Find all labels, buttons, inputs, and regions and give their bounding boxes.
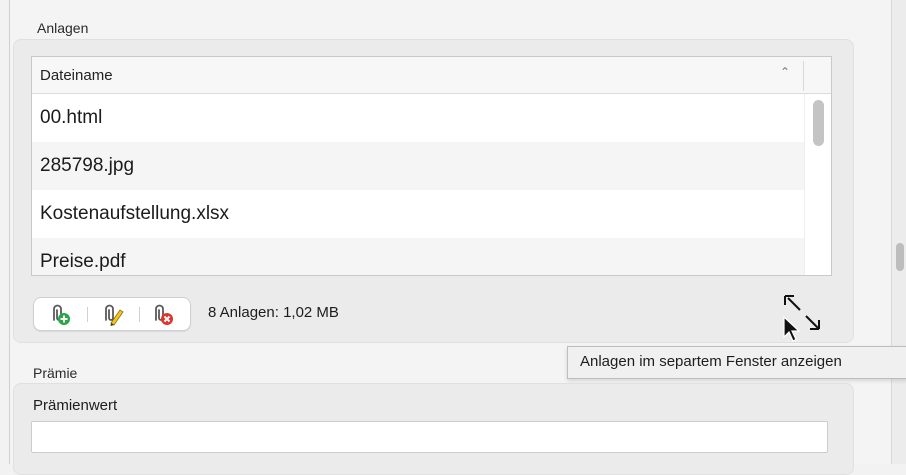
paperclip-edit-icon <box>105 304 124 326</box>
edit-attachment-button[interactable] <box>88 298 138 330</box>
filename-cell: Kostenaufstellung.xlsx <box>40 203 230 224</box>
tooltip: Anlagen im separtem Fenster anzeigen <box>567 346 906 379</box>
column-header-filename[interactable]: Dateiname <box>40 67 113 84</box>
table-scrollbar-thumb[interactable] <box>813 100 824 146</box>
remove-attachment-button[interactable] <box>140 298 190 330</box>
attachments-table[interactable]: Dateiname ⌃ 00.html 285798.jpg Kostenauf… <box>31 56 832 276</box>
filename-cell: Preise.pdf <box>40 251 126 272</box>
mouse-cursor-icon <box>783 315 801 342</box>
filename-cell: 285798.jpg <box>40 155 135 176</box>
paperclip-remove-icon <box>155 304 173 325</box>
tooltip-text: Anlagen im separtem Fenster anzeigen <box>580 353 842 370</box>
column-divider <box>803 61 804 91</box>
premium-value-input[interactable] <box>31 421 828 453</box>
filename-cell: 00.html <box>40 107 103 128</box>
table-header: Dateiname ⌃ <box>32 57 831 94</box>
paperclip-add-icon <box>53 304 70 325</box>
table-row[interactable]: Preise.pdf <box>32 238 804 275</box>
table-row[interactable]: 285798.jpg <box>32 142 804 190</box>
attachments-section-label: Anlagen <box>37 20 89 36</box>
attachments-summary: 8 Anlagen: 1,02 MB <box>208 304 339 321</box>
table-row[interactable]: Kostenaufstellung.xlsx <box>32 190 804 238</box>
premium-value-label: Prämienwert <box>33 397 118 414</box>
add-attachment-button[interactable] <box>36 298 86 330</box>
premium-section-label: Prämie <box>33 365 78 381</box>
window-scrollbar-thumb[interactable] <box>896 243 904 271</box>
attachment-toolbar <box>33 297 191 331</box>
chevron-up-icon[interactable]: ⌃ <box>780 65 790 79</box>
window-scrollbar-track[interactable] <box>891 0 906 464</box>
table-row[interactable]: 00.html <box>32 94 804 142</box>
table-scrollbar[interactable] <box>804 94 831 275</box>
